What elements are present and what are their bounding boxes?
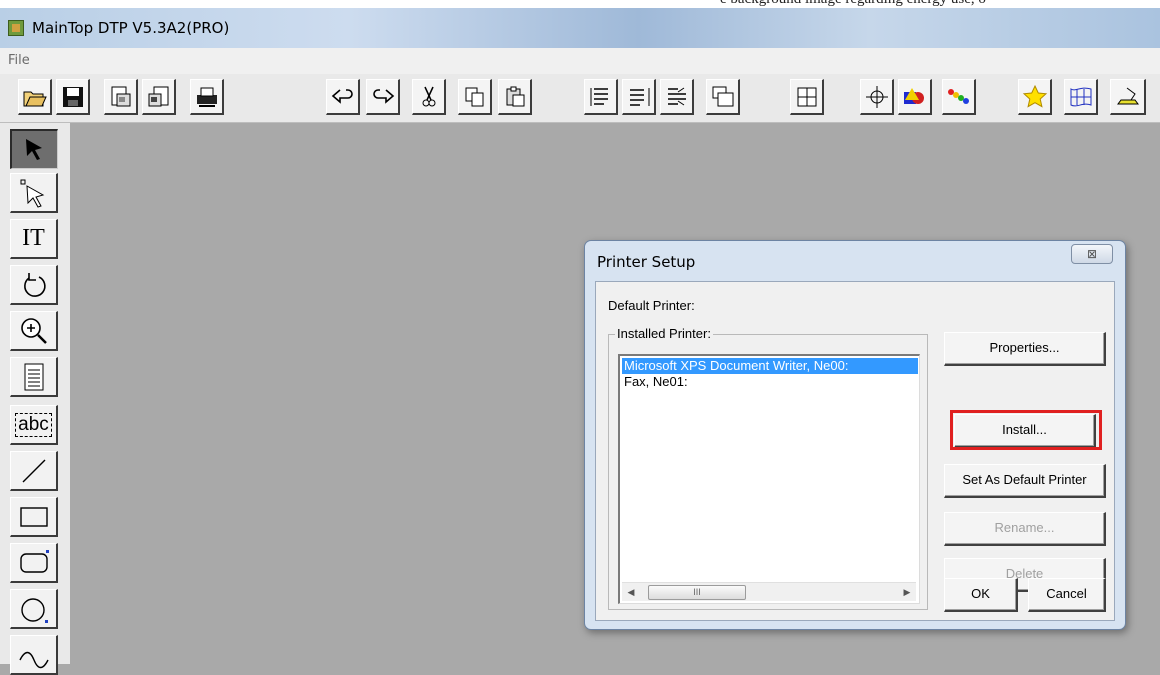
stamp-icon[interactable] (1110, 79, 1146, 115)
dialog-client-area: Default Printer: Installed Printer: Micr… (595, 281, 1115, 621)
arrange-icon[interactable] (706, 79, 740, 115)
scroll-left-icon[interactable]: ◀ (622, 583, 640, 601)
dialog-title: Printer Setup (597, 253, 696, 271)
line-icon[interactable] (10, 451, 58, 491)
copy-icon[interactable] (458, 79, 492, 115)
gradient-icon[interactable] (942, 79, 976, 115)
color-shapes-icon[interactable] (898, 79, 932, 115)
center-crosshair-icon[interactable] (860, 79, 894, 115)
mesh-icon[interactable] (1064, 79, 1098, 115)
rotate-icon[interactable] (10, 265, 58, 305)
title-bar: MainTop DTP V5.3A2(PRO) (0, 8, 1160, 48)
curve-icon[interactable] (10, 635, 58, 675)
cut-icon[interactable] (412, 79, 446, 115)
rename-button[interactable]: Rename... (944, 512, 1106, 546)
text-flow-in-icon[interactable] (584, 79, 618, 115)
document-top-strip: e background image regarding energy use,… (0, 0, 1160, 8)
menu-bar: File (0, 48, 1160, 75)
window-title: MainTop DTP V5.3A2(PRO) (32, 19, 230, 37)
horizontal-scrollbar[interactable]: ◀ III ▶ (622, 582, 916, 601)
text-tool-icon[interactable]: IT (10, 219, 58, 259)
document-icon[interactable] (10, 357, 58, 397)
save-icon[interactable] (56, 79, 90, 115)
text-flow-out-icon[interactable] (622, 79, 656, 115)
installed-printer-label: Installed Printer: (615, 326, 713, 341)
page-top-text: e background image regarding energy use,… (720, 0, 986, 8)
node-select-icon[interactable] (10, 173, 58, 213)
toolbar (0, 74, 1160, 123)
text-tool-label: IT (22, 225, 45, 251)
zoom-icon[interactable] (10, 311, 58, 351)
group-icon[interactable] (790, 79, 824, 115)
undo-icon[interactable] (326, 79, 360, 115)
set-default-printer-button[interactable]: Set As Default Printer (944, 464, 1106, 498)
printer-list[interactable]: Microsoft XPS Document Writer, Ne00: Fax… (618, 354, 920, 604)
scroll-thumb[interactable]: III (648, 585, 746, 600)
rectangle-icon[interactable] (10, 497, 58, 537)
printer-setup-dialog: Printer Setup ⊠ Default Printer: Install… (584, 240, 1126, 630)
text-box-label: abc (15, 412, 52, 437)
select-arrow-icon[interactable] (10, 129, 58, 169)
tool-palette: IT abc (0, 123, 70, 675)
redo-icon[interactable] (366, 79, 400, 115)
close-icon[interactable]: ⊠ (1071, 244, 1113, 264)
menu-file[interactable]: File (8, 53, 30, 68)
list-item[interactable]: Microsoft XPS Document Writer, Ne00: (622, 358, 918, 374)
open-icon[interactable] (18, 79, 52, 115)
star-icon[interactable] (1018, 79, 1052, 115)
rounded-rectangle-icon[interactable] (10, 543, 58, 583)
scroll-right-icon[interactable]: ▶ (898, 583, 916, 601)
properties-button[interactable]: Properties... (944, 332, 1106, 366)
app-icon (8, 20, 24, 36)
list-item[interactable]: Fax, Ne01: (622, 374, 918, 390)
ok-button[interactable]: OK (944, 578, 1018, 612)
export-icon[interactable] (142, 79, 176, 115)
print-icon[interactable] (190, 79, 224, 115)
text-box-icon[interactable]: abc (10, 405, 58, 445)
cancel-button[interactable]: Cancel (1028, 578, 1106, 612)
import-icon[interactable] (104, 79, 138, 115)
text-wrap-icon[interactable] (660, 79, 694, 115)
ellipse-icon[interactable] (10, 589, 58, 629)
paste-icon[interactable] (498, 79, 532, 115)
install-highlight-box (950, 410, 1102, 450)
default-printer-label: Default Printer: (608, 298, 695, 313)
